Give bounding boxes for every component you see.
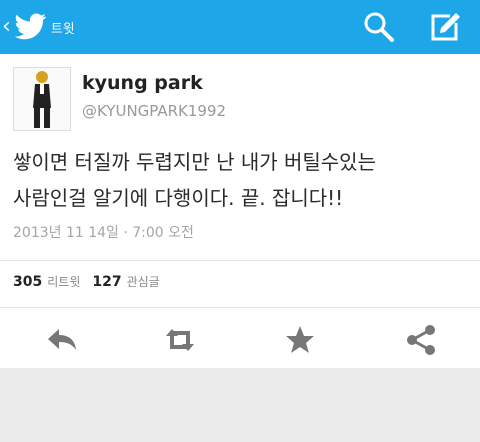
retweet-count[interactable]: 305 [13, 274, 42, 290]
tweet-stats: 305 리트윗 127 관심글 [13, 273, 172, 290]
favorite-button[interactable] [280, 320, 320, 360]
share-icon [407, 325, 435, 355]
tweet-text-line: 쌓이면 터질까 두렵지만 난 내가 버틸수있는 [13, 150, 376, 174]
tweet-timestamp: 2013년 11 14일 · 7:00 오전 [13, 225, 194, 241]
retweet-icon [166, 329, 194, 351]
top-app-bar: ‹ 트윗 [0, 0, 480, 54]
tweet-detail-card: kyung park @KYUNGPARK1992 쌓이면 터질까 두렵지만 난… [0, 54, 480, 368]
tweet-text: 쌓이면 터질까 두렵지만 난 내가 버틸수있는 사람인걸 알기에 다행이다. 끝… [13, 144, 473, 216]
avatar[interactable] [13, 67, 71, 131]
screen-title: 트윗 [50, 21, 75, 37]
share-button[interactable] [401, 320, 441, 360]
favorite-star-icon [286, 326, 314, 353]
divider [0, 307, 480, 308]
divider [0, 260, 480, 261]
reply-icon [48, 329, 76, 350]
retweet-button[interactable] [160, 320, 200, 360]
tweet-text-line: 사람인걸 알기에 다행이다. 끝. 잡니다!! [13, 186, 344, 210]
retweet-label[interactable]: 리트윗 [47, 273, 80, 290]
user-avatar-image [14, 68, 70, 130]
user-handle[interactable]: @KYUNGPARK1992 [82, 102, 226, 120]
back-button[interactable]: ‹ 트윗 [2, 10, 92, 44]
search-icon[interactable] [362, 10, 396, 44]
favorite-label[interactable]: 관심글 [127, 273, 160, 290]
compose-icon[interactable] [428, 10, 462, 44]
twitter-bird-icon [14, 13, 47, 40]
favorite-count[interactable]: 127 [92, 274, 121, 290]
chevron-left-icon: ‹ [2, 14, 11, 39]
reply-button[interactable] [42, 320, 82, 360]
user-name[interactable]: kyung park [82, 72, 203, 94]
